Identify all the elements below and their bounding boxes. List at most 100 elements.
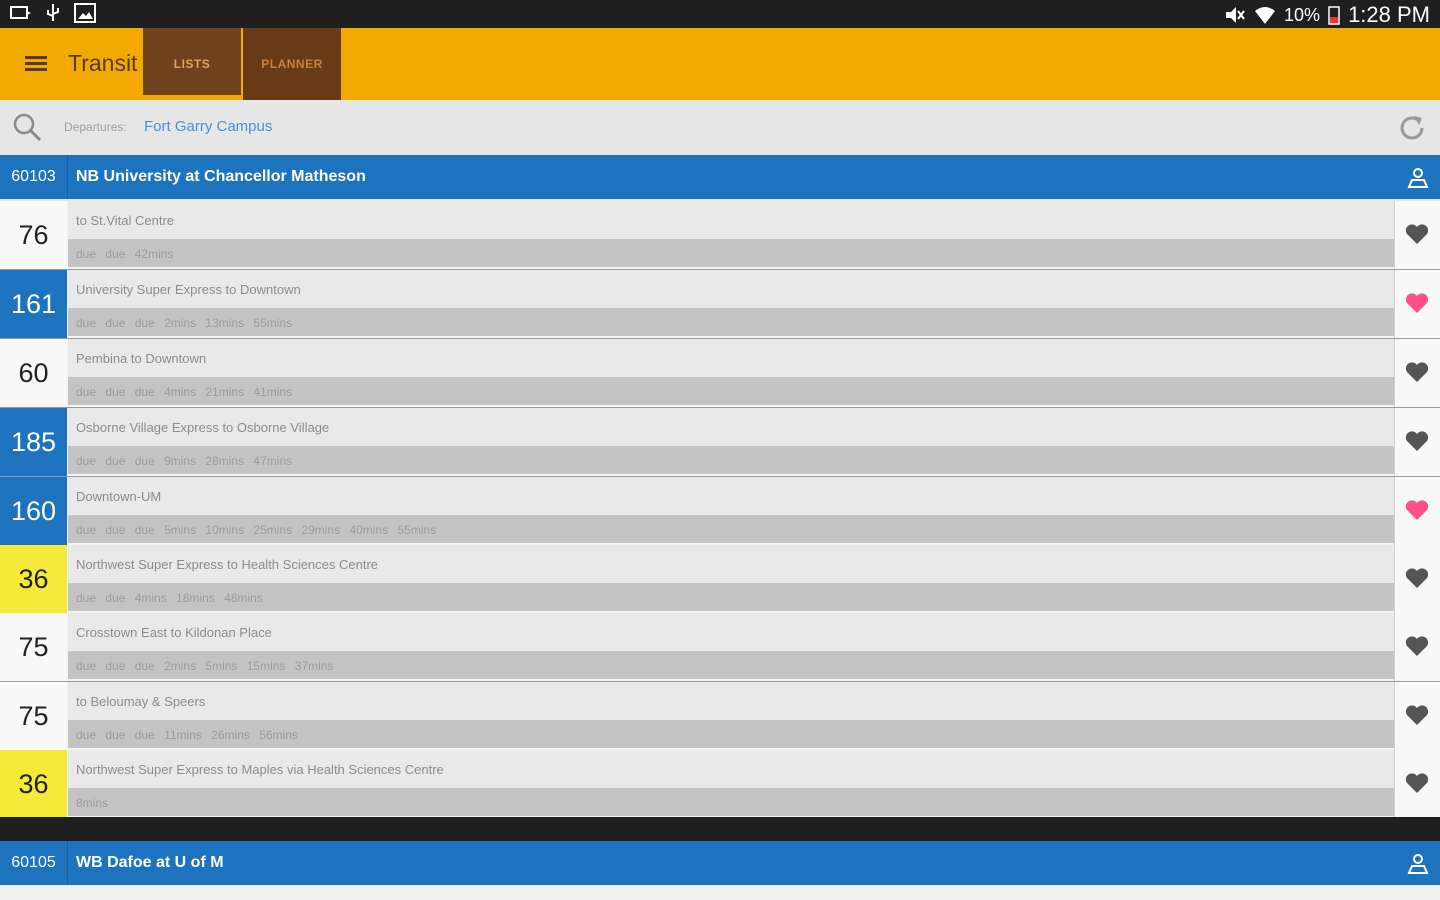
status-notifications (10, 3, 96, 23)
route-destination-text: Northwest Super Express to Maples via He… (76, 762, 444, 777)
search-input[interactable]: Fort Garry Campus (144, 118, 272, 135)
route-destination: Osborne Village Express to Osborne Villa… (68, 408, 1394, 446)
route-times: due due due 4mins 21mins 41mins (68, 377, 1394, 405)
heart-icon (1405, 500, 1429, 520)
route-times-text: due due due 9mins 28mins 47mins (76, 454, 293, 468)
hamburger-menu-icon[interactable] (25, 56, 47, 72)
section-divider (0, 817, 1440, 841)
favorite-button[interactable] (1394, 613, 1440, 681)
search-label: Departures: (64, 120, 127, 134)
route-destination-text: Northwest Super Express to Health Scienc… (76, 557, 379, 572)
route-row[interactable]: 185 Osborne Village Express to Osborne V… (0, 408, 1440, 477)
favorite-button[interactable] (1394, 750, 1440, 818)
battery-percent: 10% (1284, 4, 1321, 25)
route-times-text: due due due 4mins 21mins 41mins (76, 385, 293, 399)
route-row[interactable]: 36 Northwest Super Express to Maples via… (0, 750, 1440, 819)
route-number: 185 (0, 408, 67, 476)
status-system: 10% 1:28 PM (1224, 2, 1430, 28)
route-destination-text: University Super Express to Downtown (76, 282, 301, 297)
wifi-icon (1255, 7, 1276, 24)
screen-cast-icon (10, 6, 31, 19)
route-row[interactable]: 76 to St.Vital Centre due due 42mins (0, 201, 1440, 270)
heart-icon (1405, 773, 1429, 793)
route-number: 36 (0, 750, 67, 818)
route-destination: Pembina to Downtown (68, 339, 1394, 377)
route-row[interactable]: 75 to Beloumay & Speers due due due 11mi… (0, 682, 1440, 751)
route-row[interactable]: 60 Pembina to Downtown due due due 4mins… (0, 339, 1440, 408)
route-destination: to Beloumay & Speers (68, 682, 1394, 720)
route-times-text: 8mins (76, 796, 109, 810)
route-times-text: due due due 2mins 5mins 15mins 37mins (76, 659, 334, 673)
person-icon[interactable] (1406, 165, 1430, 189)
route-times: due due due 9mins 28mins 47mins (68, 446, 1394, 474)
favorite-button[interactable] (1394, 201, 1440, 269)
app-title: Transit (68, 50, 138, 76)
stop-header[interactable]: 60103 NB University at Chancellor Mathes… (0, 155, 1440, 199)
route-number: 161 (0, 270, 67, 338)
route-times: due due due 11mins 26mins 56mins (68, 720, 1394, 748)
route-destination: Northwest Super Express to Maples via He… (68, 750, 1394, 788)
usb-icon (47, 4, 59, 21)
route-times-text: due due 42mins (76, 247, 174, 261)
heart-icon (1405, 568, 1429, 588)
route-times: due due due 2mins 5mins 15mins 37mins (68, 651, 1394, 679)
status-bar: 10% 1:28 PM (0, 0, 1440, 28)
route-times: due due 42mins (68, 239, 1394, 267)
heart-icon (1405, 293, 1429, 313)
favorite-button[interactable] (1394, 339, 1440, 407)
route-times-text: due due due 11mins 26mins 56mins (76, 728, 298, 742)
route-number: 160 (0, 477, 67, 545)
route-number: 76 (0, 201, 67, 269)
route-number: 75 (0, 682, 67, 750)
route-row[interactable]: 75 Crosstown East to Kildonan Place due … (0, 613, 1440, 682)
app-bar: Transit LISTS PLANNER (0, 28, 1440, 100)
route-times: due due due 2mins 13mins 55mins (68, 308, 1394, 336)
stop-name: NB University at Chancellor Matheson (76, 168, 366, 185)
clock: 1:28 PM (1348, 2, 1430, 27)
route-destination: University Super Express to Downtown (68, 270, 1394, 308)
heart-icon (1405, 224, 1429, 244)
heart-icon (1405, 362, 1429, 382)
route-destination-text: Osborne Village Express to Osborne Villa… (76, 420, 330, 435)
route-times: 8mins (68, 788, 1394, 816)
route-times-text: due due due 2mins 13mins 55mins (76, 316, 293, 330)
favorite-button[interactable] (1394, 408, 1440, 476)
route-row[interactable]: 36 Northwest Super Express to Health Sci… (0, 545, 1440, 614)
stop-id: 60105 (0, 841, 68, 885)
favorite-button[interactable] (1394, 682, 1440, 750)
list-continuation (0, 885, 1440, 900)
favorite-button[interactable] (1394, 545, 1440, 613)
battery-icon (1328, 6, 1340, 25)
heart-icon (1405, 431, 1429, 451)
favorite-button[interactable] (1394, 270, 1440, 338)
route-row[interactable]: 161 University Super Express to Downtown… (0, 270, 1440, 339)
stop-name: WB Dafoe at U of M (76, 854, 224, 871)
route-number: 60 (0, 339, 67, 407)
stop-id: 60103 (0, 155, 68, 199)
refresh-icon[interactable] (1396, 112, 1428, 144)
route-destination-text: to St.Vital Centre (76, 213, 175, 228)
search-icon[interactable] (12, 112, 42, 142)
route-row[interactable]: 160 Downtown-UM due due due 5mins 10mins… (0, 477, 1440, 546)
favorite-button[interactable] (1394, 477, 1440, 545)
tab-lists[interactable]: LISTS (143, 28, 241, 100)
route-destination-text: Crosstown East to Kildonan Place (76, 625, 272, 640)
route-destination-text: Downtown-UM (76, 489, 162, 504)
mute-icon (1226, 7, 1245, 23)
tab-planner[interactable]: PLANNER (243, 28, 341, 100)
route-destination-text: to Beloumay & Speers (76, 694, 206, 709)
route-destination: Northwest Super Express to Health Scienc… (68, 545, 1394, 583)
route-times: due due due 5mins 10mins 25mins 29mins 4… (68, 515, 1394, 543)
search-bar: Departures: Fort Garry Campus (0, 100, 1440, 155)
person-icon[interactable] (1406, 851, 1430, 875)
route-destination: Crosstown East to Kildonan Place (68, 613, 1394, 651)
stop-header[interactable]: 60105 WB Dafoe at U of M (0, 841, 1440, 885)
route-number: 75 (0, 613, 67, 681)
route-destination: Downtown-UM (68, 477, 1394, 515)
route-times-text: due due 4mins 18mins 48mins (76, 591, 263, 605)
image-icon (74, 3, 96, 23)
route-number: 36 (0, 545, 67, 613)
heart-icon (1405, 636, 1429, 656)
heart-icon (1405, 705, 1429, 725)
route-times: due due 4mins 18mins 48mins (68, 583, 1394, 611)
